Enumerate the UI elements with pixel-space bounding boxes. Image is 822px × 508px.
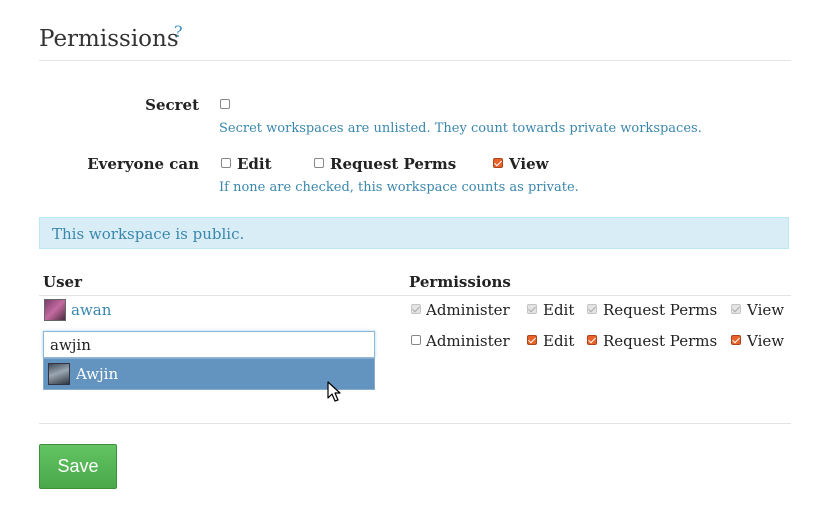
table-header-divider [39, 295, 791, 296]
secret-hint: Secret workspaces are unlisted. They cou… [219, 121, 702, 136]
avatar [48, 363, 70, 385]
form-divider [39, 423, 791, 424]
awan-view-label: View [747, 301, 785, 319]
permissions-header: Permissions ? [39, 22, 791, 61]
awan-view-checkbox [731, 304, 741, 314]
mouse-cursor-icon [327, 381, 341, 402]
user-search-input[interactable] [43, 331, 375, 358]
new-user-view-label: View [747, 332, 785, 350]
public-status-alert: This workspace is public. [39, 217, 789, 249]
everyone-label: Everyone can [87, 155, 199, 173]
awan-edit-checkbox [527, 304, 537, 314]
new-user-request-perms-label: Request Perms [603, 332, 718, 350]
secret-checkbox[interactable] [220, 99, 230, 109]
new-user-administer-label: Administer [426, 332, 510, 350]
everyone-view-checkbox[interactable] [493, 158, 503, 168]
save-button[interactable]: Save [39, 444, 117, 489]
new-user-administer-checkbox[interactable] [411, 335, 421, 345]
everyone-request-perms-checkbox[interactable] [314, 158, 324, 168]
everyone-hint: If none are checked, this workspace coun… [219, 180, 579, 195]
new-user-edit-checkbox[interactable] [527, 335, 537, 345]
secret-label: Secret [145, 96, 199, 114]
help-link[interactable]: ? [174, 22, 183, 41]
awan-edit-label: Edit [543, 301, 575, 319]
suggestion-name: Awjin [76, 365, 119, 383]
permissions-column-header: Permissions [409, 273, 511, 291]
autocomplete-suggestion[interactable]: Awjin [43, 358, 375, 390]
new-user-edit-label: Edit [543, 332, 575, 350]
alert-text: This workspace is public. [52, 225, 245, 243]
awan-request-perms-checkbox [587, 304, 597, 314]
everyone-edit-checkbox[interactable] [221, 158, 231, 168]
user-column-header: User [43, 273, 82, 291]
new-user-request-perms-checkbox[interactable] [587, 335, 597, 345]
new-user-view-checkbox[interactable] [731, 335, 741, 345]
user-link-awan[interactable]: awan [71, 301, 111, 319]
awan-administer-label: Administer [426, 301, 510, 319]
everyone-request-perms-label: Request Perms [330, 155, 457, 173]
avatar [44, 299, 66, 321]
awan-request-perms-label: Request Perms [603, 301, 718, 319]
page-title: Permissions [39, 26, 179, 52]
everyone-edit-label: Edit [237, 155, 272, 173]
awan-administer-checkbox [411, 304, 421, 314]
everyone-view-label: View [509, 155, 549, 173]
